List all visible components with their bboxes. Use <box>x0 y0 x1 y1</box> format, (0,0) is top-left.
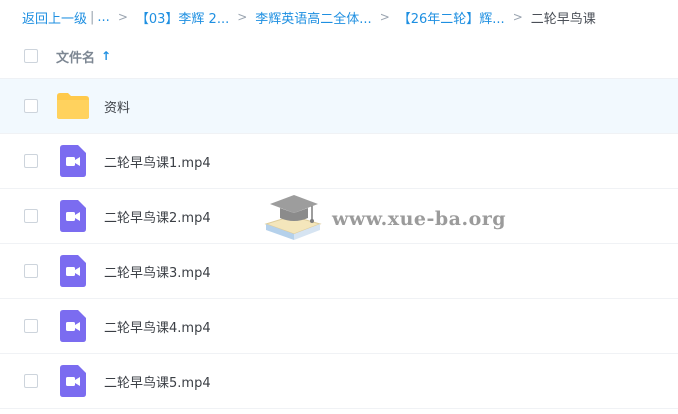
column-filename-label: 文件名 <box>56 50 96 66</box>
list-item-video[interactable]: 二轮早鸟课5.mp4 <box>0 354 678 409</box>
select-all-checkbox[interactable] <box>24 49 38 63</box>
list-item-folder[interactable]: 资料 <box>0 79 678 134</box>
breadcrumb-current: 二轮早鸟课 <box>530 11 596 27</box>
list-item-video[interactable]: 二轮早鸟课2.mp4 <box>0 189 678 244</box>
breadcrumb-pipe: | <box>90 9 95 25</box>
file-list-header: 文件名 ↑ <box>0 34 678 79</box>
list-item-video[interactable]: 二轮早鸟课3.mp4 <box>0 244 678 299</box>
chevron-right-icon: > <box>117 10 128 24</box>
arrow-up-icon[interactable]: ↑ <box>101 49 111 63</box>
row-checkbox[interactable] <box>24 154 38 168</box>
file-name[interactable]: 二轮早鸟课3.mp4 <box>104 262 211 281</box>
chevron-right-icon: > <box>237 10 248 24</box>
row-checkbox[interactable] <box>24 319 38 333</box>
video-icon <box>56 364 90 398</box>
list-item-video[interactable]: 二轮早鸟课1.mp4 <box>0 134 678 189</box>
chevron-right-icon: > <box>512 10 523 24</box>
video-icon <box>56 254 90 288</box>
file-name[interactable]: 二轮早鸟课5.mp4 <box>104 372 211 391</box>
breadcrumb-item-1[interactable]: 【03】李辉 2... <box>136 8 229 27</box>
file-name[interactable]: 二轮早鸟课1.mp4 <box>104 152 211 171</box>
breadcrumb-ellipsis[interactable]: ... <box>97 10 109 25</box>
video-icon <box>56 309 90 343</box>
breadcrumb-item-3[interactable]: 【26年二轮】辉... <box>398 8 505 27</box>
row-checkbox[interactable] <box>24 99 38 113</box>
column-filename[interactable]: 文件名 ↑ <box>56 47 111 66</box>
folder-icon <box>56 89 90 123</box>
file-name[interactable]: 资料 <box>104 97 130 116</box>
row-checkbox[interactable] <box>24 209 38 223</box>
video-icon <box>56 199 90 233</box>
row-checkbox[interactable] <box>24 264 38 278</box>
file-name[interactable]: 二轮早鸟课4.mp4 <box>104 317 211 336</box>
back-link[interactable]: 返回上一级 <box>22 8 87 27</box>
file-list: 资料 二轮早鸟课1.mp4 二轮早鸟课2.mp4 二轮早鸟课3.mp4 二轮早鸟… <box>0 79 678 409</box>
row-checkbox[interactable] <box>24 374 38 388</box>
breadcrumb: 返回上一级 | ... > 【03】李辉 2... > 李辉英语高二全体... … <box>0 0 678 34</box>
list-item-video[interactable]: 二轮早鸟课4.mp4 <box>0 299 678 354</box>
chevron-right-icon: > <box>379 10 390 24</box>
video-icon <box>56 144 90 178</box>
breadcrumb-item-2[interactable]: 李辉英语高二全体... <box>255 8 371 27</box>
file-name[interactable]: 二轮早鸟课2.mp4 <box>104 207 211 226</box>
